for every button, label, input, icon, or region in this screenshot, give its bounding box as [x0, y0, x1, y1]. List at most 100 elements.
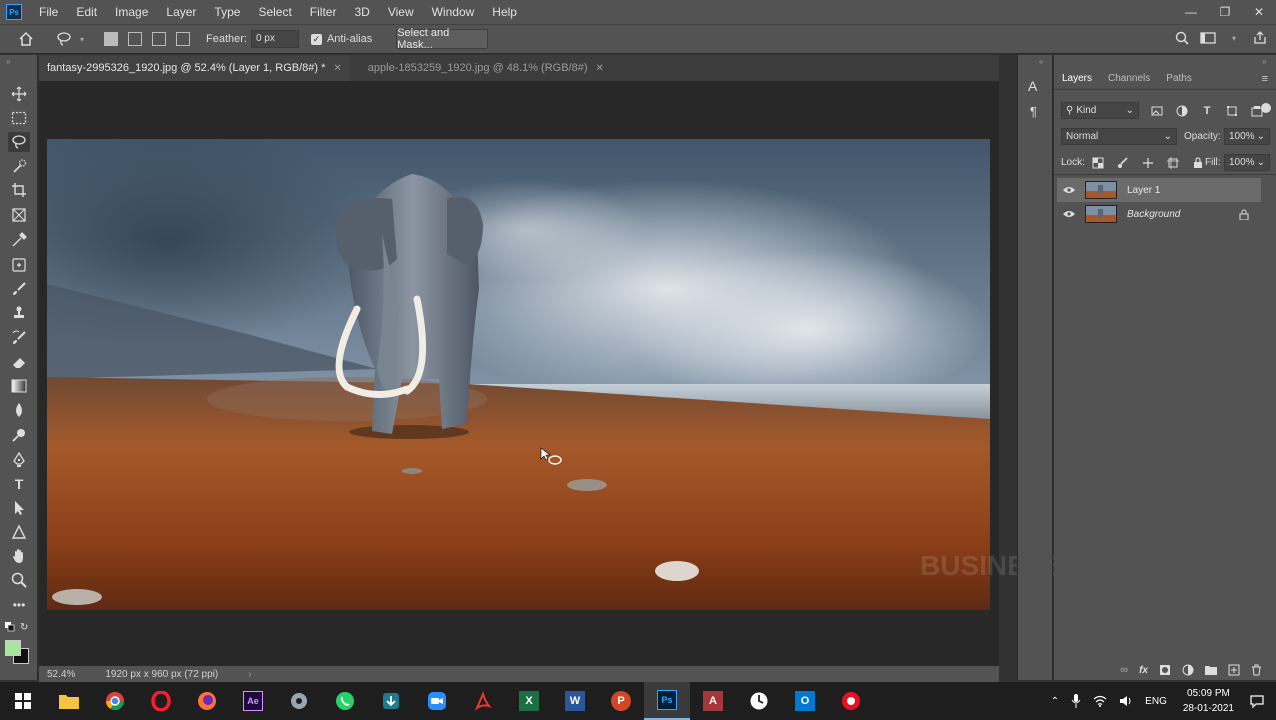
wifi-icon[interactable]	[1093, 695, 1107, 707]
gradient-tool-icon[interactable]	[8, 376, 30, 396]
more-tools-icon[interactable]: •••	[8, 595, 30, 615]
menu-window[interactable]: Window	[423, 0, 484, 24]
excel-icon[interactable]: X	[506, 682, 552, 720]
close-button[interactable]: ✕	[1242, 0, 1276, 24]
layer-name[interactable]: Layer 1	[1127, 185, 1160, 196]
menu-select[interactable]: Select	[249, 0, 300, 24]
document-info[interactable]: 1920 px x 960 px (72 ppi)	[105, 669, 218, 680]
menu-view[interactable]: View	[379, 0, 423, 24]
clone-stamp-tool-icon[interactable]	[8, 303, 30, 323]
menu-image[interactable]: Image	[106, 0, 157, 24]
tab-channels[interactable]: Channels	[1100, 73, 1158, 84]
chevron-down-icon[interactable]: ▾	[74, 31, 90, 47]
link-layers-icon[interactable]: ∞	[1120, 664, 1128, 676]
chevron-up-icon[interactable]: ⌃	[1051, 696, 1059, 707]
visibility-eye-icon[interactable]	[1063, 208, 1075, 220]
home-icon[interactable]	[18, 31, 34, 47]
menu-3d[interactable]: 3D	[345, 0, 378, 24]
menu-type[interactable]: Type	[205, 0, 249, 24]
visibility-eye-icon[interactable]	[1063, 184, 1075, 196]
lock-artboard-icon[interactable]	[1165, 155, 1181, 171]
close-tab-icon[interactable]: ✕	[596, 63, 604, 74]
shape-tool-icon[interactable]	[8, 522, 30, 542]
dodge-tool-icon[interactable]	[8, 425, 30, 445]
zoom-tool-icon[interactable]	[8, 570, 30, 590]
after-effects-icon[interactable]: Ae	[230, 682, 276, 720]
collapse-panels-icon[interactable]: «	[1039, 57, 1043, 66]
character-panel-icon[interactable]: A	[1028, 78, 1037, 94]
brush-tool-icon[interactable]	[8, 279, 30, 299]
path-selection-tool-icon[interactable]	[8, 498, 30, 518]
zoom-level[interactable]: 52.4%	[47, 669, 75, 680]
document-image[interactable]	[47, 139, 990, 610]
minimize-button[interactable]: —	[1174, 0, 1208, 24]
layer-row-layer-1[interactable]: Layer 1	[1057, 178, 1261, 202]
blend-mode-dropdown[interactable]: Normal ⌄	[1061, 128, 1177, 145]
quick-selection-tool-icon[interactable]	[8, 156, 30, 176]
filter-toggle-icon[interactable]	[1261, 103, 1271, 113]
file-explorer-icon[interactable]	[46, 682, 92, 720]
photoshop-taskbar-icon[interactable]: Ps	[644, 682, 690, 720]
shape-filter-icon[interactable]	[1224, 103, 1240, 119]
type-tool-icon[interactable]: T	[8, 474, 30, 494]
opacity-field[interactable]: 100% ⌄	[1224, 128, 1270, 145]
taskbar-clock[interactable]: 05:09 PM 28-01-2021	[1183, 686, 1234, 716]
start-windows-icon[interactable]	[0, 682, 46, 720]
share-icon[interactable]	[1252, 30, 1268, 46]
layer-style-icon[interactable]: fx	[1139, 665, 1148, 676]
document-tab-fantasy[interactable]: fantasy-2995326_1920.jpg @ 52.4% (Layer …	[39, 55, 350, 81]
app-gear-icon[interactable]	[276, 682, 322, 720]
adjustment-filter-icon[interactable]	[1174, 103, 1190, 119]
swap-colors-icon[interactable]: ↻	[20, 622, 28, 633]
downloader-icon[interactable]	[368, 682, 414, 720]
blur-tool-icon[interactable]	[8, 400, 30, 420]
pixel-filter-icon[interactable]	[1149, 103, 1165, 119]
layer-row-background[interactable]: Background	[1057, 202, 1261, 226]
foreground-color-swatch[interactable]	[5, 640, 21, 656]
menu-file[interactable]: File	[30, 0, 67, 24]
menu-filter[interactable]: Filter	[301, 0, 346, 24]
crop-tool-icon[interactable]	[8, 180, 30, 200]
access-icon[interactable]: A	[690, 682, 736, 720]
subtract-from-selection-icon[interactable]	[152, 32, 166, 46]
antialias-checkbox[interactable]: ✓	[310, 33, 322, 45]
eraser-tool-icon[interactable]	[8, 352, 30, 372]
language-indicator[interactable]: ENG	[1145, 696, 1167, 707]
type-filter-icon[interactable]: T	[1199, 103, 1215, 119]
menu-edit[interactable]: Edit	[67, 0, 106, 24]
menu-layer[interactable]: Layer	[157, 0, 205, 24]
screen-recorder-icon[interactable]	[828, 682, 874, 720]
default-colors-icon[interactable]	[5, 622, 15, 632]
add-mask-icon[interactable]	[1159, 664, 1171, 676]
eyedropper-tool-icon[interactable]	[8, 230, 30, 250]
move-tool-icon[interactable]	[8, 84, 30, 104]
whatsapp-icon[interactable]	[322, 682, 368, 720]
close-tab-icon[interactable]: ✕	[333, 63, 341, 74]
microphone-icon[interactable]	[1071, 694, 1081, 708]
document-tab-apple[interactable]: apple-1853259_1920.jpg @ 48.1% (RGB/8#) …	[360, 55, 612, 81]
acrobat-reader-icon[interactable]	[460, 682, 506, 720]
lock-transparent-icon[interactable]	[1090, 155, 1106, 171]
feather-input[interactable]: 0 px	[250, 30, 299, 48]
expand-panel-icon[interactable]: »	[1262, 57, 1266, 66]
lock-position-icon[interactable]	[1140, 155, 1156, 171]
lock-all-icon[interactable]	[1190, 155, 1206, 171]
workspace-icon[interactable]	[1200, 30, 1216, 46]
word-icon[interactable]: W	[552, 682, 598, 720]
volume-icon[interactable]	[1119, 695, 1133, 707]
lasso-tool-preset-icon[interactable]	[56, 31, 72, 47]
layer-name[interactable]: Background	[1127, 209, 1180, 220]
history-brush-tool-icon[interactable]	[8, 328, 30, 348]
lasso-tool-icon[interactable]	[8, 132, 30, 152]
tab-paths[interactable]: Paths	[1158, 73, 1200, 84]
frame-tool-icon[interactable]	[8, 205, 30, 225]
new-group-icon[interactable]	[1205, 665, 1217, 675]
powerpoint-icon[interactable]: P	[598, 682, 644, 720]
add-to-selection-icon[interactable]	[128, 32, 142, 46]
tab-layers[interactable]: Layers	[1054, 73, 1100, 84]
notifications-icon[interactable]	[1250, 694, 1264, 708]
opera-icon[interactable]	[138, 682, 184, 720]
restore-button[interactable]: ❐	[1208, 0, 1242, 24]
marquee-tool-icon[interactable]	[8, 108, 30, 128]
zoom-app-icon[interactable]	[414, 682, 460, 720]
